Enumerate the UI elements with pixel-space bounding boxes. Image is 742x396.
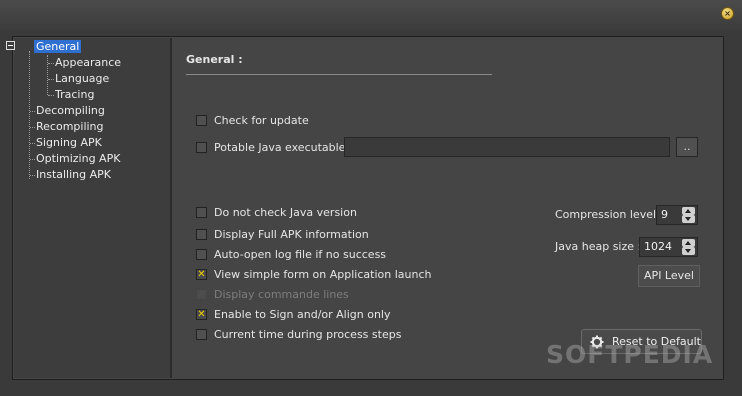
- java-heap-size-label: Java heap size :: [555, 240, 642, 253]
- potable-java-checkbox[interactable]: [196, 142, 207, 153]
- window-bottom-edge: [0, 380, 742, 396]
- tree-item-label: Language: [55, 72, 110, 85]
- tree-item-label: Decompiling: [36, 104, 105, 117]
- option-label: Enable to Sign and/or Align only: [214, 308, 391, 321]
- option-checkbox[interactable]: [196, 289, 207, 300]
- option-checkbox[interactable]: ✕: [196, 269, 207, 280]
- option-checkbox[interactable]: [196, 329, 207, 340]
- tree-item-optimizing-apk[interactable]: Optimizing APK: [34, 151, 122, 167]
- option-checkbox[interactable]: [196, 229, 207, 240]
- tree-item-appearance[interactable]: Appearance: [53, 55, 123, 71]
- spin-down-icon[interactable]: [682, 247, 695, 255]
- option-checkbox[interactable]: ✕: [196, 309, 207, 320]
- tree-line: [47, 55, 48, 95]
- tree-item-tracing[interactable]: Tracing: [53, 87, 96, 103]
- tree-item-label: General: [34, 40, 82, 53]
- java-heap-size-spinner[interactable]: 1024: [639, 237, 698, 257]
- tree-item-label: Installing APK: [36, 168, 111, 181]
- spin-up-icon[interactable]: [682, 239, 695, 247]
- section-divider: [186, 74, 492, 75]
- tree-item-language[interactable]: Language: [53, 71, 111, 87]
- option-label: View simple form on Application launch: [214, 268, 432, 281]
- tree-item-label: Tracing: [55, 88, 95, 101]
- api-level-button[interactable]: API Level: [638, 265, 700, 287]
- title-bar: ×: [0, 0, 742, 30]
- tree-item-label: Recompiling: [36, 120, 104, 133]
- option-label: Display commande lines: [214, 288, 349, 301]
- tree-item-installing-apk[interactable]: Installing APK: [34, 167, 113, 183]
- option-label: Auto-open log file if no success: [214, 248, 387, 261]
- section-title: General :: [186, 53, 243, 66]
- close-icon[interactable]: ×: [721, 7, 734, 20]
- spin-up-icon[interactable]: [682, 207, 695, 215]
- tree-item-label: Signing APK: [36, 136, 102, 149]
- option-label: Display Full APK information: [214, 228, 369, 241]
- softpedia-watermark: SOFTPEDIA: [546, 340, 714, 369]
- collapse-icon[interactable]: [6, 41, 15, 50]
- compression-level-spinner[interactable]: 9: [656, 205, 698, 225]
- option-label: Current time during process steps: [214, 328, 402, 341]
- tree-item-label: Optimizing APK: [36, 152, 121, 165]
- tree-item-general[interactable]: General: [34, 39, 82, 55]
- tree-item-decompiling[interactable]: Decompiling: [34, 103, 107, 119]
- option-checkbox[interactable]: [196, 249, 207, 260]
- compression-level-label: Compression level :: [555, 208, 664, 221]
- tree-item-recompiling[interactable]: Recompiling: [34, 119, 106, 135]
- java-heap-size-value: 1024: [644, 240, 672, 253]
- spin-down-icon[interactable]: [682, 215, 695, 223]
- check-update-checkbox[interactable]: [196, 115, 207, 126]
- tree-item-label: Appearance: [55, 56, 122, 69]
- compression-level-value: 9: [661, 208, 668, 221]
- java-path-field[interactable]: [344, 137, 670, 157]
- option-checkbox[interactable]: [196, 207, 207, 218]
- check-update-label: Check for update: [214, 114, 309, 127]
- option-label: Do not check Java version: [214, 206, 357, 219]
- browse-button[interactable]: ..: [676, 137, 698, 157]
- potable-java-label: Potable Java executable :: [214, 141, 353, 154]
- tree-item-signing-apk[interactable]: Signing APK: [34, 135, 104, 151]
